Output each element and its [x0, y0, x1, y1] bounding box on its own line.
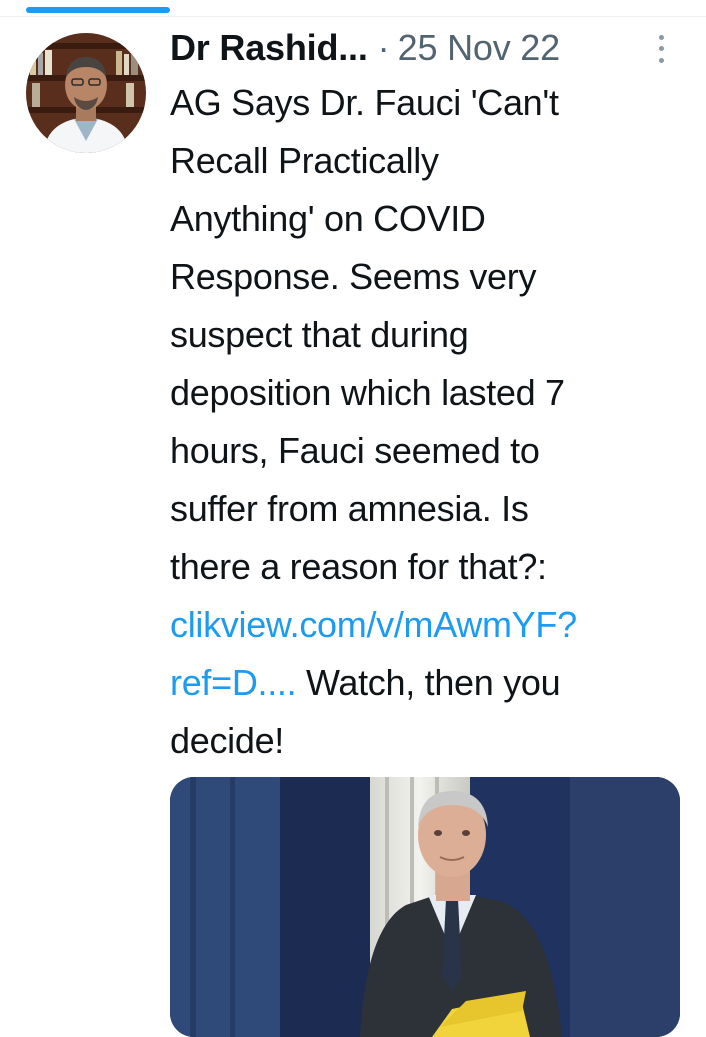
tweet-text-line: deposition which lasted 7	[170, 372, 565, 413]
photo-of-man-in-suit-holding-yellow-folder-icon	[170, 777, 680, 1037]
tweet-link-continuation[interactable]: ref=D....	[170, 662, 297, 703]
tab-bar	[0, 0, 706, 17]
profile-photo-icon	[26, 33, 146, 153]
active-tab-indicator	[26, 7, 170, 13]
tweet-text-line: suffer from amnesia. Is	[170, 488, 529, 529]
tweet-link-continuation-line: ref=D.... Watch, then you	[170, 654, 675, 712]
tweet-text: AG Says Dr. Fauci 'Can't Recall Practica…	[170, 74, 675, 770]
vertical-ellipsis-icon	[658, 35, 664, 41]
tweet-text-line: Response. Seems very	[170, 256, 537, 297]
author-avatar[interactable]	[26, 33, 146, 153]
more-options-button[interactable]	[650, 32, 672, 66]
tweet-header: Dr Rashid... · 25 Nov 22	[170, 24, 680, 72]
author-display-name[interactable]: Dr Rashid...	[170, 24, 368, 72]
tweet-text-final-line: decide!	[170, 720, 284, 761]
ellipsis-dot	[658, 46, 664, 52]
tweet-link-line: clikview.com/v/mAwmYF?	[170, 596, 675, 654]
tweet-text-line: suspect that during	[170, 314, 469, 355]
tweet-text-line: AG Says Dr. Fauci 'Can't	[170, 82, 559, 123]
tweet-text-line: there a reason for that?:	[170, 546, 547, 587]
header-separator: ·	[377, 27, 390, 68]
tweet-text-after-link: Watch, then you	[296, 662, 561, 703]
tweet-media-photo[interactable]	[170, 777, 680, 1037]
tweet-text-line: hours, Fauci seemed to	[170, 430, 540, 471]
tweet-link[interactable]: clikview.com/v/mAwmYF?	[170, 604, 577, 645]
tweet-text-line: Anything' on COVID	[170, 198, 486, 239]
tweet-text-line: Recall Practically	[170, 140, 439, 181]
tweet-timestamp[interactable]: 25 Nov 22	[398, 24, 561, 72]
ellipsis-dot	[658, 57, 664, 63]
